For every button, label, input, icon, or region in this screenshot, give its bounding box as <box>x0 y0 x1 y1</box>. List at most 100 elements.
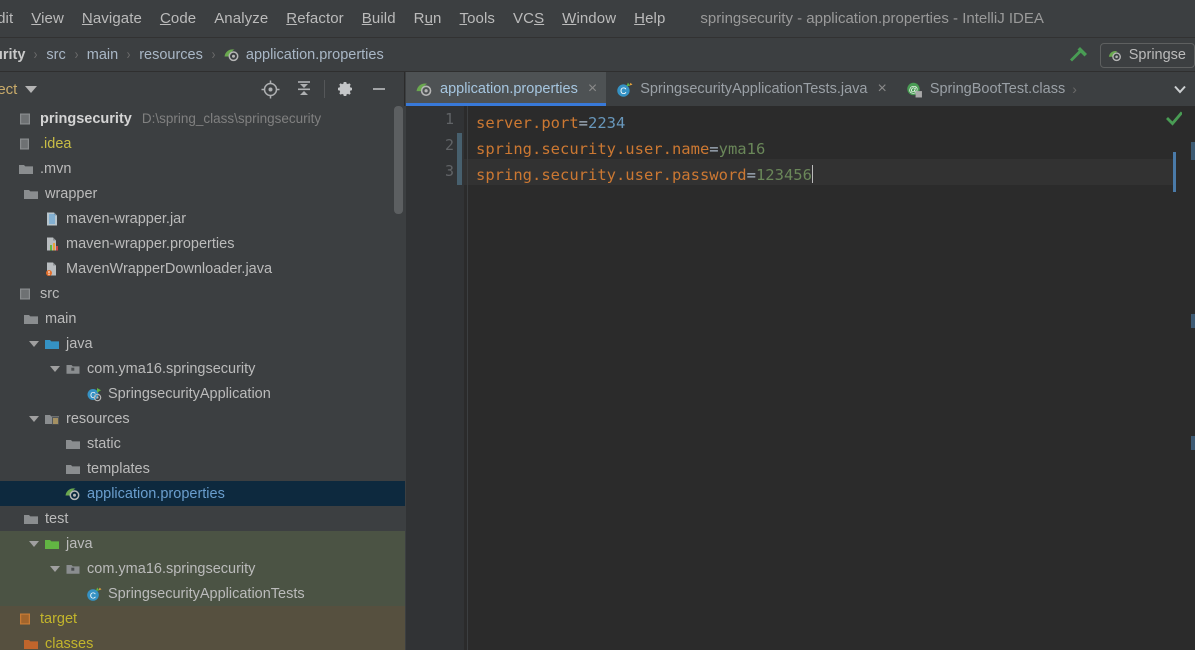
property-key: spring.security.user.password <box>476 166 747 184</box>
spring-boot-class-icon: C <box>87 387 101 401</box>
tree-node-label: java <box>66 335 93 352</box>
tree-node-com-yma16-springsecurity[interactable]: com.yma16.springsecurity <box>0 556 405 581</box>
project-pane-title: ject <box>0 80 18 98</box>
package-icon-slot <box>62 561 83 577</box>
menu-item-refactor[interactable]: Refactor <box>277 8 353 29</box>
expand-arrow-icon[interactable] <box>26 415 41 422</box>
tree-node-test[interactable]: test <box>0 506 405 531</box>
tree-node-springsecurityapplication[interactable]: C SpringsecurityApplication <box>0 381 405 406</box>
java-file-icon <box>45 262 56 276</box>
tree-node-pringsecurity[interactable]: pringsecurity D:\spring_class\springsecur… <box>0 106 405 131</box>
tab-overflow-chevron-icon: › <box>1072 81 1077 97</box>
menu-item-window[interactable]: Window <box>553 8 625 29</box>
expand-arrow-icon[interactable] <box>47 365 62 372</box>
folder-green-icon-slot <box>41 536 62 552</box>
collapse-all-icon[interactable] <box>287 72 321 106</box>
folder-icon <box>23 189 38 199</box>
editor-tab-springsecurityapplicationtests-java[interactable]: C SpringsecurityApplicationTests.java × <box>606 72 896 106</box>
menu-item-view[interactable]: View <box>22 8 73 29</box>
expand-arrow-icon[interactable] <box>26 340 41 347</box>
breadcrumb-item-file[interactable]: application.properties <box>224 47 384 63</box>
tree-node-classes[interactable]: classes <box>0 631 405 650</box>
scrollbar-mark-mid <box>1191 314 1195 328</box>
code-line[interactable]: server.port=2234 <box>476 110 625 136</box>
tree-node-wrapper[interactable]: wrapper <box>0 181 405 206</box>
folder-gray-icon-slot <box>62 436 83 452</box>
editor-gutter[interactable]: 1 2 3 <box>406 106 464 650</box>
property-equals: = <box>746 166 756 184</box>
editor-tab-bar: application.properties × C SpringsecurityAp… <box>406 72 1195 106</box>
gutter-divider <box>467 106 468 650</box>
chevron-down-icon[interactable] <box>25 85 38 93</box>
close-icon[interactable]: × <box>877 81 886 97</box>
hide-tool-window-icon[interactable] <box>362 72 396 106</box>
package-icon-slot <box>62 361 83 377</box>
menu-item-tools[interactable]: Tools <box>450 8 504 29</box>
tree-node-label: target <box>40 610 78 627</box>
run-configuration-selector[interactable]: Springse <box>1100 42 1195 68</box>
code-line[interactable]: spring.security.user.name=yma16 <box>476 136 765 162</box>
gear-icon[interactable] <box>328 72 362 106</box>
tree-node-maven-wrapper-jar[interactable]: maven-wrapper.jar <box>0 206 405 231</box>
intellij-window: EditViewNavigateCodeAnalyzeRefactorBuild… <box>0 0 1195 650</box>
folder-icon <box>23 314 38 324</box>
code-content[interactable]: server.port=2234 spring.security.user.nam… <box>476 106 1195 650</box>
code-editor[interactable]: 123 server.port=2234 spring.security.user… <box>406 106 1195 650</box>
editor-tab-label: SpringBootTest.class <box>929 81 1066 97</box>
tree-node-mavenwrapperdownloader-java[interactable]: MavenWrapperDownloader.java <box>0 256 405 281</box>
build-hammer-icon[interactable] <box>1068 44 1090 66</box>
editor-tab-application-properties[interactable]: application.properties × <box>406 72 607 106</box>
tree-node-static[interactable]: static <box>0 431 405 456</box>
project-pane-header: ject <box>0 72 404 106</box>
test-class-icon: C <box>86 587 101 601</box>
tree-node-application-properties[interactable]: application.properties <box>0 481 405 506</box>
editor-tab-springboottest-class[interactable]: @ SpringBootTest.class › <box>896 72 1086 106</box>
tree-node-templates[interactable]: templates <box>0 456 405 481</box>
inspection-ok-icon[interactable] <box>1166 110 1183 127</box>
breadcrumb-item-urity[interactable]: urity <box>0 47 25 63</box>
property-value: yma16 <box>718 140 766 158</box>
menu-item-vcs[interactable]: VCS <box>504 8 553 29</box>
breadcrumb-separator: › <box>74 46 79 63</box>
menu-item-build[interactable]: Build <box>353 8 405 29</box>
editor-scrollbar[interactable] <box>1182 106 1195 650</box>
code-line[interactable]: spring.security.user.password=123456 <box>476 162 814 188</box>
tab-list-dropdown[interactable] <box>1165 72 1195 106</box>
expand-arrow-icon[interactable] <box>47 565 62 572</box>
svg-text:C: C <box>89 590 95 600</box>
tree-node-main[interactable]: main <box>0 306 405 331</box>
menu-item-analyze[interactable]: Analyze <box>205 8 277 29</box>
tree-node-label: .idea <box>40 135 72 152</box>
tree-node-src[interactable]: src <box>0 281 405 306</box>
menu-item-code[interactable]: Code <box>151 8 205 29</box>
expand-arrow-icon[interactable] <box>26 540 41 547</box>
menu-item-edit[interactable]: Edit <box>0 8 22 29</box>
folder-res-icon-slot <box>41 411 62 427</box>
menu-item-run[interactable]: Run <box>405 8 451 29</box>
menu-item-help[interactable]: Help <box>625 8 674 29</box>
tree-node--idea[interactable]: .idea <box>0 131 405 156</box>
hidden-folder-icon <box>19 138 29 149</box>
vcs-change-marker[interactable] <box>457 133 462 185</box>
tree-node-java[interactable]: java <box>0 531 405 556</box>
folder-excl-icon-slot <box>15 136 36 152</box>
folder-icon <box>65 464 80 474</box>
module-icon-slot <box>15 111 36 127</box>
tree-node-target[interactable]: target <box>0 606 405 631</box>
tree-node--mvn[interactable]: .mvn <box>0 156 405 181</box>
project-tree-scrollbar[interactable] <box>394 106 403 214</box>
tree-node-java[interactable]: java <box>0 331 405 356</box>
tree-node-maven-wrapper-properties[interactable]: maven-wrapper.properties <box>0 231 405 256</box>
menu-item-navigate[interactable]: Navigate <box>73 8 151 29</box>
tree-node-com-yma16-springsecurity[interactable]: com.yma16.springsecurity <box>0 356 405 381</box>
close-icon[interactable]: × <box>588 81 597 97</box>
project-tree[interactable]: pringsecurity D:\spring_class\springsecur… <box>0 106 405 650</box>
tree-node-resources[interactable]: resources <box>0 406 405 431</box>
breadcrumb-item-resources[interactable]: resources <box>139 47 203 63</box>
breadcrumb-item-main[interactable]: main <box>87 47 118 63</box>
menu-bar: EditViewNavigateCodeAnalyzeRefactorBuild… <box>0 0 1195 38</box>
line-number: 1 <box>444 110 454 128</box>
tree-node-springsecurityapplicationtests[interactable]: C SpringsecurityApplicationTests <box>0 581 405 606</box>
breadcrumb-item-src[interactable]: src <box>46 47 65 63</box>
locate-target-icon[interactable] <box>253 72 287 106</box>
